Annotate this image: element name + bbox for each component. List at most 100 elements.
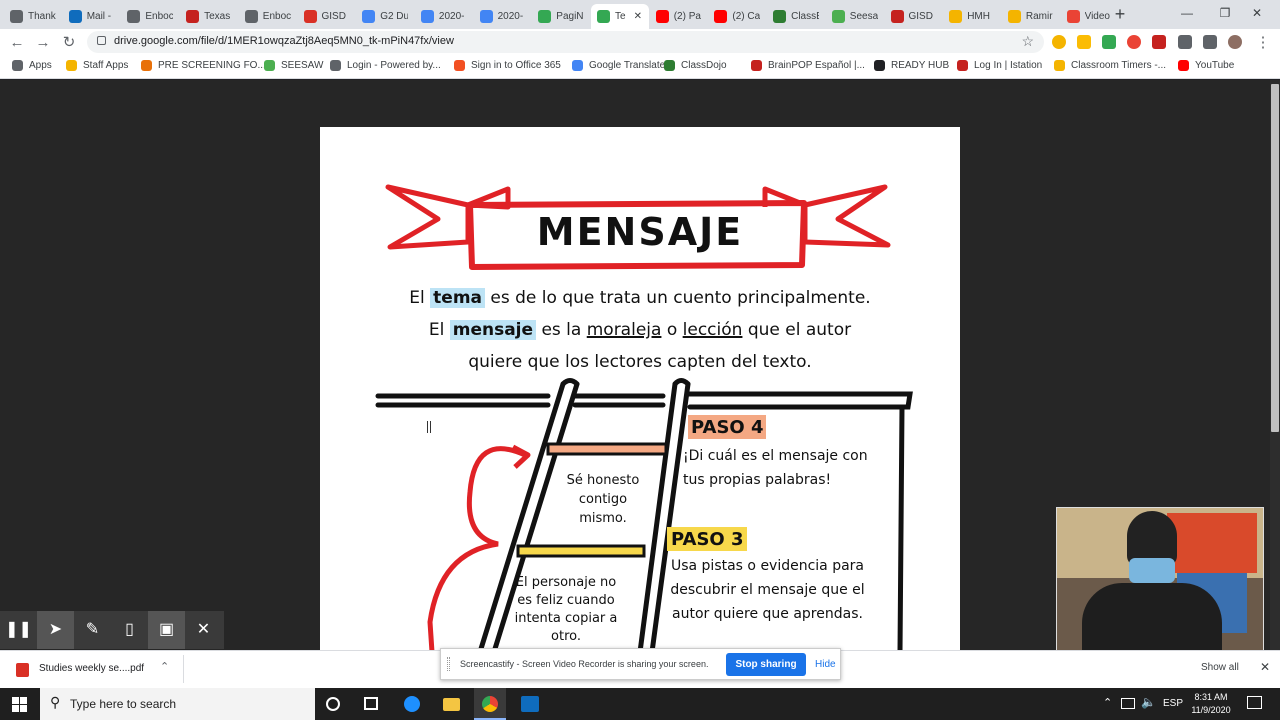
show-all-button[interactable]: Show all: [1201, 662, 1239, 673]
rung-2-text: El personaje no es feliz cuando intenta …: [514, 575, 618, 644]
browser-tab[interactable]: (2) Pa: [650, 4, 708, 29]
browser-tab[interactable]: PagiN: [532, 4, 590, 29]
pause-icon[interactable]: ❚❚: [0, 611, 37, 649]
bookmark-item[interactable]: Staff Apps: [66, 60, 128, 71]
windows-taskbar: ⚲ Type here to search ⌃ 🔈 ESP 8:31 AM 11…: [0, 688, 1280, 720]
tab-favicon-icon: [1066, 10, 1080, 23]
camera-icon[interactable]: ▣: [148, 611, 185, 649]
bookmark-item[interactable]: Apps: [12, 60, 52, 71]
drag-handle-icon[interactable]: [447, 657, 450, 671]
extension-icon[interactable]: [1052, 35, 1066, 49]
task-view-icon[interactable]: [364, 697, 378, 710]
webcam-preview: [1056, 507, 1264, 662]
bookmark-item[interactable]: Login - Powered by...: [330, 60, 441, 71]
windows-start-icon[interactable]: [12, 697, 27, 712]
puzzle-icon[interactable]: [1178, 35, 1192, 49]
screen-share-banner: Screencastify - Screen Video Recorder is…: [440, 648, 841, 680]
notifications-icon[interactable]: [1247, 696, 1262, 709]
browser-tab[interactable]: Mail -: [63, 4, 121, 29]
browser-tab[interactable]: 2020-: [474, 4, 532, 29]
browser-tab[interactable]: Texas: [180, 4, 238, 29]
tab-favicon-icon: [479, 10, 493, 23]
tab-label: Enboc: [262, 11, 291, 22]
browser-tab[interactable]: Enboc: [239, 4, 297, 29]
taskbar-search[interactable]: ⚲ Type here to search: [40, 688, 315, 720]
download-filename[interactable]: Studies weekly se....pdf: [39, 663, 144, 674]
eraser-icon[interactable]: ▯: [111, 611, 148, 649]
bookmark-label: BrainPOP Español |...: [768, 60, 865, 71]
paso-4-text: ¡Di cuál es el mensaje con tus propias p…: [683, 448, 868, 488]
bookmark-label: Classroom Timers -...: [1071, 60, 1167, 71]
menu-icon[interactable]: ⋮: [1252, 32, 1274, 54]
browser-toolbar: ← → ↻ drive.google.com/file/d/1MER1owqza…: [0, 29, 1280, 56]
bookmark-item[interactable]: YouTube: [1178, 60, 1234, 71]
bookmark-item[interactable]: SEESAW: [264, 60, 323, 71]
close-shelf-icon[interactable]: ✕: [1260, 660, 1270, 674]
bookmark-item[interactable]: Log In | Istation: [957, 60, 1042, 71]
close-tab-icon[interactable]: ✕: [634, 11, 642, 22]
stop-sharing-button[interactable]: Stop sharing: [726, 653, 806, 676]
screencastify-icon[interactable]: [1152, 35, 1166, 49]
browser-tab[interactable]: 2020-: [415, 4, 473, 29]
back-icon[interactable]: ←: [6, 32, 28, 54]
browser-tab[interactable]: GISD: [298, 4, 356, 29]
outlook-icon[interactable]: [521, 696, 539, 712]
bookmark-favicon-icon: [874, 60, 885, 71]
paso-3-title: PASO 3: [671, 529, 744, 550]
browser-tab[interactable]: ClassE: [767, 4, 825, 29]
close-icon[interactable]: ✕: [185, 611, 222, 649]
bookmark-item[interactable]: ClassDojo: [664, 60, 727, 71]
pen-icon[interactable]: ✎: [74, 611, 111, 649]
tab-label: G2 Du: [380, 11, 409, 22]
language-indicator[interactable]: ESP: [1163, 698, 1183, 709]
chevron-up-icon[interactable]: ⌃: [1103, 696, 1112, 709]
browser-tab[interactable]: GISD: [885, 4, 943, 29]
close-window-button[interactable]: ✕: [1234, 0, 1280, 29]
bookmark-item[interactable]: PRE SCREENING FO...: [141, 60, 266, 71]
file-explorer-icon[interactable]: [443, 698, 460, 711]
bookmark-item[interactable]: Sign in to Office 365: [454, 60, 561, 71]
reading-list-icon[interactable]: [1203, 35, 1217, 49]
bookmark-star-icon[interactable]: ☆: [1021, 33, 1034, 50]
reload-icon[interactable]: ↻: [58, 32, 80, 54]
browser-tab[interactable]: G2 Du: [356, 4, 414, 29]
hide-button[interactable]: Hide: [815, 659, 836, 670]
bookmark-item[interactable]: Google Translate: [572, 60, 665, 71]
bookmark-label: SEESAW: [281, 60, 324, 71]
extension-icon[interactable]: [1127, 35, 1141, 49]
cortana-icon[interactable]: [326, 697, 340, 711]
bookmark-item[interactable]: READY HUB: [874, 60, 949, 71]
bookmarks-bar: Apps Staff Apps PRE SCREENING FO... SEESAW L…: [0, 56, 1280, 79]
scrollbar-thumb[interactable]: [1271, 84, 1279, 432]
thumbs-up-icon[interactable]: [1077, 35, 1091, 49]
volume-icon[interactable]: 🔈: [1141, 695, 1156, 709]
browser-tab[interactable]: Enboc: [121, 4, 179, 29]
cursor-icon[interactable]: ➤: [37, 611, 74, 649]
browser-tab[interactable]: Seesa: [826, 4, 884, 29]
chevron-up-icon[interactable]: ⌃: [160, 660, 169, 673]
bookmark-label: Staff Apps: [83, 60, 129, 71]
browser-tab[interactable]: HMH: [943, 4, 1001, 29]
tab-favicon-icon: [10, 10, 23, 23]
bookmark-item[interactable]: Classroom Timers -...: [1054, 60, 1166, 71]
clock[interactable]: 8:31 AM 11/9/2020: [1186, 691, 1236, 717]
browser-tab[interactable]: Ramir: [1002, 4, 1060, 29]
tab-favicon-icon: [127, 10, 141, 23]
tab-label: (2) Pa: [673, 11, 701, 22]
tab-favicon-icon: [655, 10, 669, 23]
bookmark-item[interactable]: BrainPOP Español |...: [751, 60, 865, 71]
network-icon[interactable]: [1121, 698, 1135, 709]
new-tab-button[interactable]: +: [1110, 4, 1130, 24]
browser-tab[interactable]: Te ✕: [591, 4, 649, 29]
screencastify-controls: ❚❚ ➤ ✎ ▯ ▣ ✕: [0, 611, 224, 649]
browser-tab[interactable]: (2) Ca: [708, 4, 766, 29]
tab-label: Seesa: [849, 11, 878, 22]
forward-icon[interactable]: →: [32, 32, 54, 54]
address-bar[interactable]: drive.google.com/file/d/1MER1owqzaZtj8Ae…: [87, 31, 1044, 53]
chrome-taskbar-button[interactable]: [474, 688, 506, 720]
avatar[interactable]: [1228, 35, 1242, 49]
browser-tab[interactable]: Thank: [4, 4, 62, 29]
extension-icon[interactable]: [1102, 35, 1116, 49]
tab-favicon-icon: [714, 10, 728, 23]
edge-icon[interactable]: [404, 696, 420, 712]
